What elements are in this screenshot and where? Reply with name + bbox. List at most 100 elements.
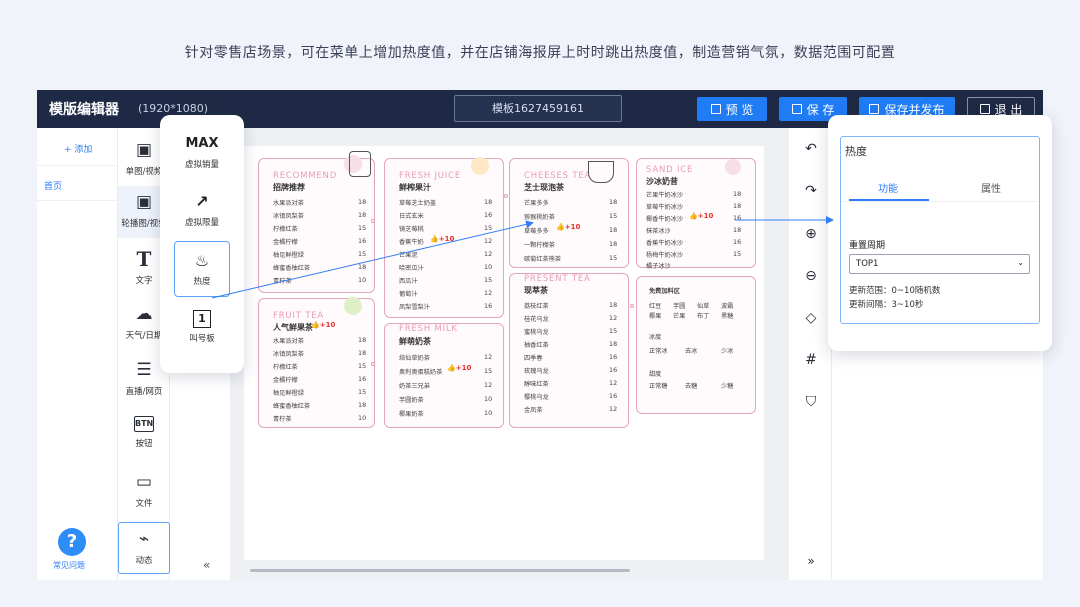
card-title: 招牌推荐: [273, 183, 305, 192]
topping: 椰果: [649, 313, 662, 320]
menu-price: 18: [733, 202, 742, 210]
menu-card-fresh-juice[interactable]: FRESH JUICE 鲜榨果汁 草莓芝士奶盖 18 日式玄米 16 镜芝莓桃 …: [384, 157, 504, 318]
heat-value: +10: [438, 235, 455, 243]
add-page-button[interactable]: + 添加: [64, 142, 92, 155]
heat-value: +10: [455, 364, 472, 372]
menu-price: 16: [733, 238, 742, 246]
redo-icon[interactable]: ↷: [802, 182, 820, 200]
heat-settings-popup: 热度 功能 属性 重置周期 TOP1 ⌄ 更新范围：0~10随机数 更新间隔：3…: [828, 115, 1052, 351]
card-title-en: PRESENT TEA: [524, 274, 591, 284]
trend-up-icon: ↗: [195, 192, 209, 211]
menu-price: 18: [609, 340, 618, 348]
heat-badge: 👍+10: [689, 212, 713, 220]
save-icon: [791, 104, 802, 114]
tool-label: 动态: [135, 556, 153, 566]
menu-price: 15: [609, 327, 618, 335]
preview-button[interactable]: 预 览: [697, 97, 767, 121]
menu-item: 蜂蜜香柚红茶: [273, 265, 311, 272]
editor-canvas[interactable]: RECOMMEND 招牌推荐 水果派对茶 18 冰镇凤梨茶 18 柠檬红茶 15…: [230, 128, 789, 580]
heat-badge: 👍+10: [556, 223, 580, 231]
grid-icon[interactable]: #: [802, 351, 820, 369]
menu-price: 15: [609, 254, 618, 262]
component-virtual-limit[interactable]: ↗ 虚拟限量: [174, 183, 230, 239]
button-icon: BTN: [134, 416, 154, 432]
menu-item: 香蕉牛奶: [399, 239, 424, 246]
tool-dynamic[interactable]: ⌁ 动态: [118, 522, 170, 574]
zoom-in-icon[interactable]: ⊕: [802, 225, 820, 243]
menu-card-fresh-milk[interactable]: FRESH MILK 鲜萌奶茶 焙仙草奶茶 12 奥利奥蛋糕奶茶 15 奶茶三兄…: [384, 323, 504, 428]
menu-item: 猕猴桃奶茶: [524, 214, 555, 221]
sugar-level-title: 甜度: [649, 371, 662, 378]
menu-item: 日式玄米: [399, 213, 424, 220]
menu-item: 芋圆奶茶: [399, 397, 424, 404]
menu-item: 青柠茶: [273, 278, 292, 285]
heat-badge: 👍+10: [430, 235, 454, 243]
menu-price: 12: [484, 353, 493, 361]
menu-price: 15: [484, 224, 493, 232]
tool-label: 按钮: [135, 439, 153, 449]
expand-panel-icon[interactable]: »: [802, 552, 820, 570]
thumbs-up-icon: 👍: [311, 321, 320, 329]
chart-icon: ⌁: [138, 529, 150, 549]
tool-label: 直播/网页: [125, 387, 163, 397]
page-item-home[interactable]: 首页: [37, 172, 117, 200]
menu-price: 12: [609, 314, 618, 322]
menu-price: 10: [358, 276, 367, 284]
ice-option: 少冰: [721, 348, 734, 355]
horizontal-scrollbar[interactable]: [250, 569, 630, 572]
tool-button[interactable]: BTN 按钮: [118, 410, 170, 462]
menu-price: 10: [358, 414, 367, 422]
help-label[interactable]: 常见问题: [53, 560, 85, 571]
decor-circle: [725, 159, 741, 175]
collapse-panel-icon[interactable]: «: [203, 558, 210, 572]
component-virtual-sales[interactable]: MAX 虚拟销量: [174, 125, 230, 181]
menu-price: 18: [484, 198, 493, 206]
menu-card-present-tea[interactable]: PRESENT TEA 现萃茶 荔枝红茶 18 桂花乌龙 12 蜜桃乌龙 15 …: [509, 273, 629, 428]
menu-price: 10: [484, 263, 493, 271]
toppings-title: 免费加料区: [649, 288, 680, 295]
menu-price: 15: [609, 212, 618, 220]
card-title: 现萃茶: [524, 286, 548, 295]
menu-price: 18: [358, 263, 367, 271]
menu-item: 柠檬红茶: [273, 226, 298, 233]
zoom-out-icon[interactable]: ⊖: [802, 267, 820, 285]
panel-title: 热度: [845, 145, 867, 158]
menu-price: 12: [484, 289, 493, 297]
menu-item: 醇味红茶: [524, 381, 549, 388]
save-label: 保 存: [806, 102, 835, 117]
layers-icon[interactable]: ◇: [802, 309, 820, 327]
heat-value: +10: [564, 223, 581, 231]
card-title: 芝士现泡茶: [524, 183, 564, 192]
heat-settings-panel: 热度 功能 属性 重置周期 TOP1 ⌄ 更新范围：0~10随机数 更新间隔：3…: [840, 136, 1040, 324]
menu-item: 奶茶三兄弟: [399, 383, 430, 390]
thumbs-up-icon: 👍: [556, 223, 565, 231]
thumbs-up-icon: 👍: [447, 364, 456, 372]
menu-card-fruit-tea[interactable]: FRUIT TEA 人气鲜果茶 水果派对茶 18 冰镇凤梨茶 18 柠檬红茶 1…: [258, 297, 375, 428]
tab-property[interactable]: 属性: [981, 180, 1001, 195]
menu-card-sand-ice[interactable]: SAND ICE 沙冰奶昔 芒果牛奶冰沙 18 草莓牛奶冰沙 18 椰香牛奶冰沙…: [636, 158, 756, 270]
thumbs-up-icon: 👍: [430, 235, 439, 243]
divider: [37, 200, 117, 201]
help-icon[interactable]: ?: [58, 528, 86, 556]
text-icon: T: [136, 247, 152, 271]
publish-icon: [869, 104, 880, 114]
shield-icon[interactable]: ⛉: [802, 393, 820, 411]
tool-file[interactable]: ▭ 文件: [118, 466, 170, 518]
menu-card-recommend[interactable]: RECOMMEND 招牌推荐 水果派对茶 18 冰镇凤梨茶 18 柠檬红茶 15…: [258, 151, 375, 293]
menu-card-toppings[interactable]: 免费加料区 红豆 芋圆 仙草 波霸 椰果 芒果 布丁 黑糖 冰度 正常冰 去冰 …: [636, 276, 756, 414]
menu-item: 樱桃乌龙: [524, 394, 549, 401]
cup-illustration: [349, 151, 371, 177]
tab-function[interactable]: 功能: [878, 180, 898, 195]
menu-card-cheese-tea[interactable]: CHEESES TEA 芝士现泡茶 芒果多多 18 猕猴桃奶茶 15 草莓多多 …: [509, 158, 629, 268]
reset-cycle-select[interactable]: TOP1 ⌄: [849, 254, 1030, 274]
browser-icon: ☰: [136, 360, 152, 380]
component-heat[interactable]: ♨ 热度: [174, 241, 230, 297]
template-name-field[interactable]: 模板1627459161: [454, 95, 622, 122]
connector-dot: [504, 194, 508, 198]
menu-item: 四季春: [524, 355, 543, 362]
menu-item: 玫瑰乌龙: [524, 368, 549, 375]
component-queue-board[interactable]: 1 叫号板: [174, 301, 230, 357]
menu-item: 凤梨雪梨汁: [399, 304, 430, 311]
thumbs-up-icon: 👍: [689, 212, 698, 220]
undo-icon[interactable]: ↶: [802, 140, 820, 158]
